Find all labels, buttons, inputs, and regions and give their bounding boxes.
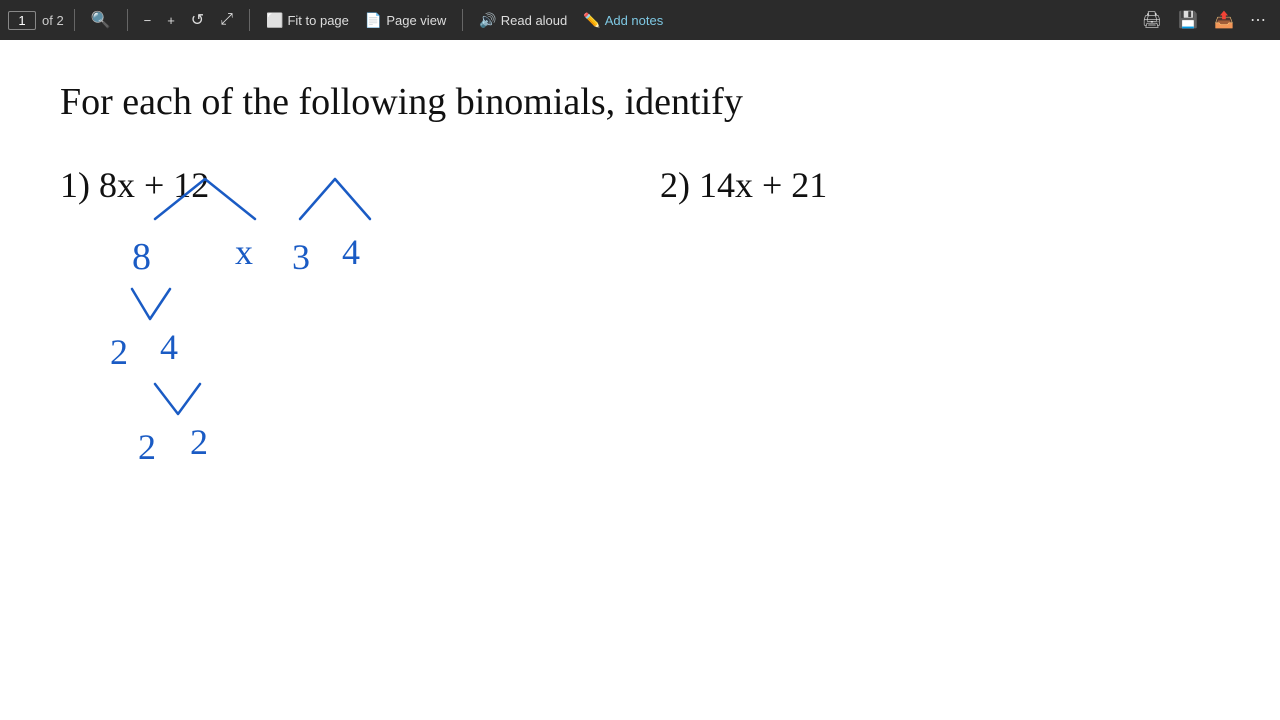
page-number-input[interactable]: 1 [8, 11, 36, 30]
zoom-in-icon: + [167, 13, 175, 28]
share-button[interactable]: 📤 [1208, 7, 1240, 33]
print-button[interactable]: 🖨 [1136, 7, 1168, 33]
svg-text:4: 4 [160, 327, 178, 367]
svg-text:2: 2 [190, 422, 208, 462]
zoom-out-icon: − [144, 13, 152, 28]
search-button[interactable]: 🔍 [85, 7, 117, 33]
svg-text:4: 4 [342, 232, 360, 272]
add-notes-button[interactable]: ✏️ Add notes [577, 9, 669, 32]
page-view-label: Page view [386, 13, 446, 28]
svg-text:x: x [235, 232, 253, 272]
page-navigation: 1 of 2 [8, 11, 64, 30]
fit-to-page-button[interactable]: ⬜ Fit to page [260, 9, 355, 32]
read-aloud-label: Read aloud [501, 13, 568, 28]
save-button[interactable]: 💾 [1172, 7, 1204, 33]
problem-2-text: 2) 14x + 21 [660, 164, 1260, 206]
divider-1 [74, 9, 75, 31]
svg-text:2: 2 [138, 427, 156, 467]
page-content: For each of the following binomials, ide… [0, 40, 1280, 720]
add-notes-icon: ✏️ [583, 12, 600, 29]
search-icon: 🔍 [91, 10, 111, 30]
svg-text:3: 3 [292, 237, 310, 277]
zoom-out-button[interactable]: − [138, 10, 158, 31]
page-view-button[interactable]: 📄 Page view [359, 9, 452, 32]
problems-container: 1) 8x + 12 8 x 3 4 [60, 164, 1220, 216]
add-notes-label: Add notes [605, 13, 664, 28]
print-icon: 🖨 [1142, 10, 1162, 30]
read-aloud-icon: 🔊 [479, 12, 496, 29]
problem-1-annotation: 8 x 3 4 2 4 2 2 [60, 164, 660, 594]
rotate-icon: ↺ [191, 10, 204, 30]
divider-3 [249, 9, 250, 31]
more-icon: ⋯ [1250, 10, 1266, 30]
svg-text:2: 2 [110, 332, 128, 372]
rotate-button[interactable]: ↺ [185, 7, 210, 33]
divider-2 [127, 9, 128, 31]
problem-1-container: 1) 8x + 12 8 x 3 4 [60, 164, 660, 216]
fit-to-page-label: Fit to page [287, 13, 348, 28]
page-view-icon: 📄 [365, 12, 382, 29]
problem-2-container: 2) 14x + 21 [660, 164, 1260, 216]
expand-button[interactable]: ⤢ [214, 8, 239, 32]
more-button[interactable]: ⋯ [1244, 7, 1272, 33]
toolbar: 1 of 2 🔍 − + ↺ ⤢ ⬜ Fit to page 📄 Page vi… [0, 0, 1280, 40]
zoom-in-button[interactable]: + [161, 10, 181, 31]
save-icon: 💾 [1178, 10, 1198, 30]
svg-text:8: 8 [132, 236, 151, 278]
read-aloud-button[interactable]: 🔊 Read aloud [473, 9, 573, 32]
total-pages-label: of 2 [42, 13, 64, 28]
fit-page-icon: ⬜ [266, 12, 283, 29]
share-icon: 📤 [1214, 10, 1234, 30]
expand-icon: ⤢ [220, 11, 233, 29]
divider-4 [462, 9, 463, 31]
problem-1-text: 1) 8x + 12 [60, 164, 660, 206]
page-title: For each of the following binomials, ide… [60, 80, 1220, 124]
